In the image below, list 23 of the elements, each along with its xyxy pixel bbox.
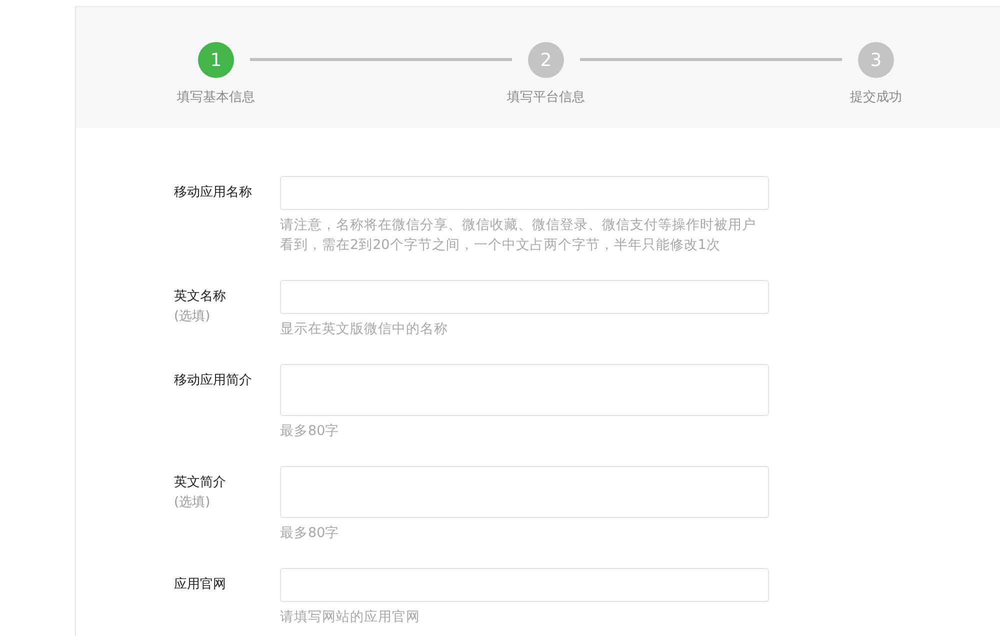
field-label: 应用官网 <box>174 576 227 594</box>
step-label: 填写基本信息 <box>177 89 255 106</box>
field-label: 英文名称 <box>174 288 227 306</box>
step-label: 提交成功 <box>850 89 902 106</box>
input-field[interactable] <box>280 568 769 602</box>
optional-note: (选填) <box>174 308 212 326</box>
input-field[interactable] <box>280 176 769 210</box>
step-label: 填写平台信息 <box>507 89 585 106</box>
field-hint: 请注意，名称将在微信分享、微信收藏、微信登录、微信支付等操作时被用户看到，需在2到20个字节之间，一个中文占两个字节，半年只能修改1次 <box>280 216 757 255</box>
input-field[interactable] <box>280 280 769 314</box>
step-number: 3 <box>858 42 894 78</box>
optional-note: (选填) <box>174 494 212 512</box>
field-label: 英文简介 <box>174 474 227 492</box>
text-area[interactable] <box>280 364 769 416</box>
field-hint: 请填写网站的应用官网 <box>280 608 421 627</box>
text-area[interactable] <box>280 466 769 518</box>
field-label: 移动应用名称 <box>174 184 253 202</box>
step-number: 2 <box>528 42 564 78</box>
field-label: 移动应用简介 <box>174 372 253 390</box>
field-hint: 最多80字 <box>280 422 340 441</box>
step-number: 1 <box>198 42 234 78</box>
field-hint: 显示在英文版微信中的名称 <box>280 320 449 339</box>
field-hint: 最多80字 <box>280 524 340 543</box>
